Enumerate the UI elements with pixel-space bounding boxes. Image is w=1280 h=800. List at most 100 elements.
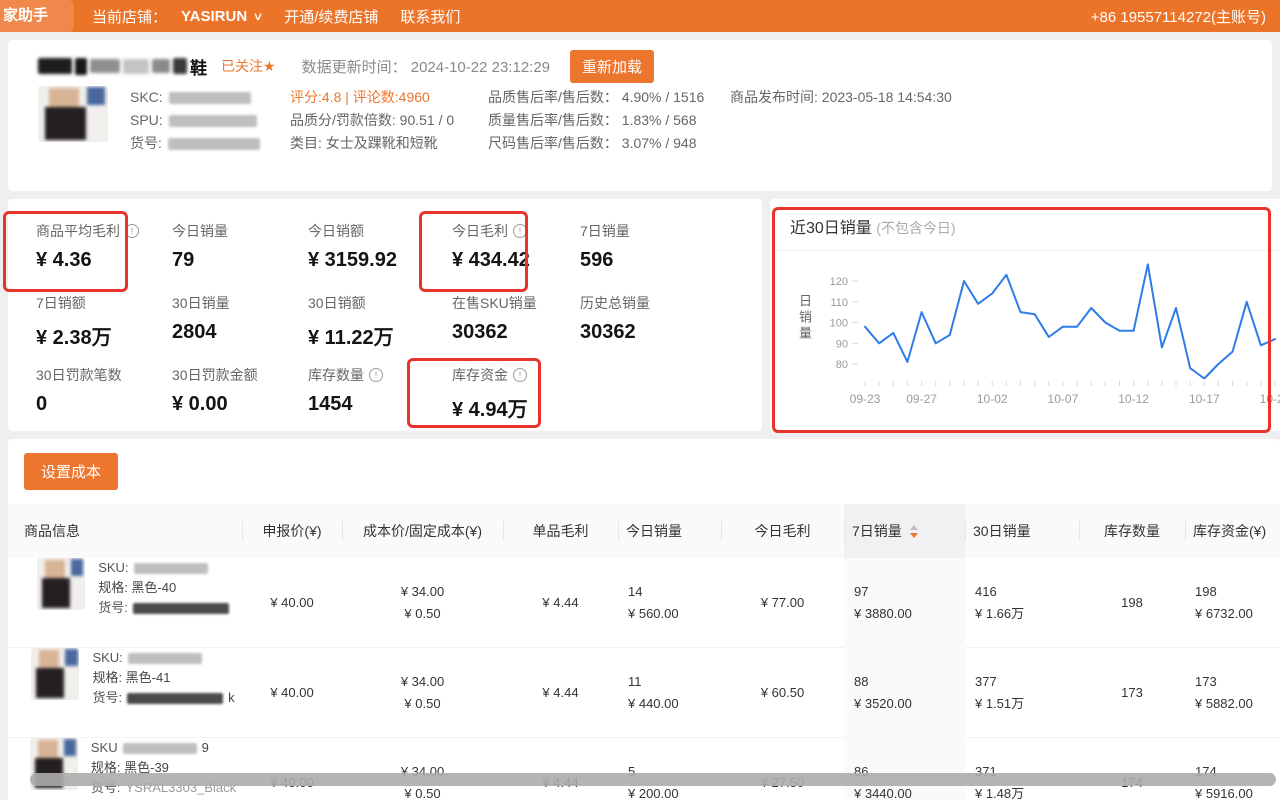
stat-value: ¥ 434.42: [452, 249, 572, 272]
redacted-text: [123, 743, 197, 754]
item-no-label: 货号:: [130, 132, 162, 155]
table-row: SKU9规格: 黑色-39货号:YSRAL3303_Black¥ 40.00 ¥ …: [8, 738, 1280, 800]
cell-d30: 416¥ 1.66万: [965, 558, 1079, 648]
stat-cell-2: 今日销额¥ 3159.92: [300, 213, 444, 285]
stat-value: ¥ 3159.92: [308, 249, 444, 272]
col-label: 申报价(¥): [262, 521, 321, 541]
col-header-stock_value: 库存资金(¥): [1185, 504, 1280, 558]
horizontal-scrollbar[interactable]: [30, 773, 1276, 786]
sales-line-chart: 809010011012009-2309-2710-0210-0710-1210…: [770, 251, 1280, 416]
cell-value: ¥ 1.51万: [975, 693, 1024, 715]
stat-value: ¥ 2.38万: [36, 321, 164, 350]
stats-panel: 商品平均毛利!¥ 4.36今日销量79今日销额¥ 3159.92今日毛利!¥ 4…: [8, 199, 762, 431]
stat-value: 79: [172, 249, 300, 272]
cell-value: 11: [628, 671, 642, 693]
cell-today_profit: ¥ 77.00: [721, 558, 844, 648]
cell-value: ¥ 60.50: [761, 682, 804, 704]
col-label: 7日销量: [852, 521, 902, 541]
aftersale-size: 尺码售后率/售后数： 3.07% / 948: [488, 132, 730, 155]
cell-declared: ¥ 40.00: [242, 648, 342, 738]
cell-value: ¥ 34.00: [401, 581, 444, 603]
cell-value: ¥ 0.50: [404, 693, 440, 715]
cell-stock_qty: 198: [1079, 558, 1185, 648]
cell-stock_value: 173¥ 5882.00: [1185, 648, 1280, 738]
info-icon[interactable]: !: [513, 224, 527, 238]
col-header-d30: 30日销量: [965, 504, 1079, 558]
cell-unit_profit: ¥ 4.44: [503, 558, 618, 648]
svg-text:90: 90: [836, 338, 848, 350]
col-header-today: 今日销量: [618, 504, 721, 558]
info-icon[interactable]: !: [513, 368, 527, 382]
set-cost-button[interactable]: 设置成本: [24, 453, 118, 490]
stat-cell-13: 库存资金!¥ 4.94万: [444, 357, 572, 429]
reload-button[interactable]: 重新加载: [570, 50, 654, 83]
brand-tab[interactable]: 家助手: [0, 0, 74, 32]
chevron-down-icon: ∨: [253, 10, 264, 23]
cell-stock_qty: 173: [1079, 648, 1185, 738]
col-header-stock_qty: 库存数量: [1079, 504, 1185, 558]
stat-value: ¥ 4.36: [36, 249, 164, 272]
svg-text:110: 110: [830, 297, 848, 309]
redacted-text: [128, 653, 202, 664]
svg-text:80: 80: [836, 359, 848, 371]
cell-value: ¥ 6732.00: [1195, 603, 1253, 625]
cell-value: 416: [975, 581, 997, 603]
data-update-time: 数据更新时间： 2024-10-22 23:12:29: [302, 56, 550, 77]
cell-unit_profit: ¥ 4.44: [503, 738, 618, 800]
account-phone[interactable]: +86 19557114272(主账号): [1091, 6, 1266, 27]
col-header-info: 商品信息: [8, 504, 242, 558]
stat-cell-4: 7日销量596: [572, 213, 762, 285]
sort-icon[interactable]: [910, 525, 918, 538]
cell-today_profit: ¥ 27.50: [721, 738, 844, 800]
stat-value: 2804: [172, 321, 300, 344]
spu-label: SPU:: [130, 109, 163, 132]
product-rating-column: 评分:4.8 | 评论数:4960 品质分/罚款倍数: 90.51 / 0 类目…: [290, 86, 488, 155]
cell-value: ¥ 440.00: [628, 693, 679, 715]
renew-shop-link[interactable]: 开通/续费店铺: [284, 6, 378, 27]
cell-info: SKU9规格: 黑色-39货号:YSRAL3303_Black: [8, 738, 242, 800]
stat-label: 历史总销量: [580, 293, 650, 313]
col-header-d7[interactable]: 7日销量: [844, 504, 965, 558]
sku-image: [37, 558, 85, 610]
sku-table-panel: 设置成本 商品信息申报价(¥)成本价/固定成本(¥)单品毛利今日销量今日毛利7日…: [8, 439, 1280, 800]
followed-badge[interactable]: 已关注★: [221, 56, 276, 76]
stat-label: 在售SKU销量: [452, 293, 537, 313]
stat-value: ¥ 0.00: [172, 393, 300, 416]
cell-value: 173: [1195, 671, 1217, 693]
col-header-declared: 申报价(¥): [242, 504, 342, 558]
info-icon[interactable]: !: [125, 224, 139, 238]
table-row: SKU:规格: 黑色-40货号:¥ 40.00¥ 34.00¥ 0.50¥ 4.…: [8, 558, 1280, 648]
stat-label: 7日销量: [580, 221, 630, 241]
cell-info: SKU:规格: 黑色-41货号:k: [8, 648, 242, 738]
cell-value: ¥ 77.00: [761, 592, 804, 614]
rating-line: 评分:4.8 | 评论数:4960: [290, 86, 488, 109]
sku-spec: 规格: 黑色-41: [92, 668, 234, 688]
svg-text:10-07: 10-07: [1048, 392, 1079, 406]
stat-cell-3: 今日毛利!¥ 434.42: [444, 213, 572, 285]
publish-time-column: 商品发布时间: 2023-05-18 14:54:30: [730, 86, 952, 155]
stat-label: 30日罚款金额: [172, 365, 258, 385]
cell-today: 14¥ 560.00: [618, 558, 721, 648]
cell-value: 198: [1121, 592, 1143, 614]
info-icon[interactable]: !: [369, 368, 383, 382]
cell-stock_value: 198¥ 6732.00: [1185, 558, 1280, 648]
stat-label: 7日销额: [36, 293, 86, 313]
shop-name: YASIRUN: [181, 8, 247, 25]
svg-text:100: 100: [830, 318, 848, 330]
shop-selector[interactable]: YASIRUN ∨: [181, 8, 262, 25]
col-label: 库存资金(¥): [1193, 521, 1266, 541]
contact-us-link[interactable]: 联系我们: [400, 6, 460, 27]
svg-text:10-22: 10-22: [1260, 392, 1280, 406]
category-line: 类目: 女士及踝靴和短靴: [290, 132, 488, 155]
cell-declared: ¥ 40.00: [242, 558, 342, 648]
stat-cell-11: 30日罚款金额 ¥ 0.00: [164, 357, 300, 429]
cell-info: SKU:规格: 黑色-40货号:: [8, 558, 242, 648]
stat-label: 30日罚款笔数: [36, 365, 122, 385]
cell-value: 377: [975, 671, 997, 693]
cell-d30: 377¥ 1.51万: [965, 648, 1079, 738]
stat-cell-1: 今日销量79: [164, 213, 300, 285]
cell-declared: ¥ 40.00: [242, 738, 342, 800]
col-header-unit_profit: 单品毛利: [503, 504, 618, 558]
stat-value: 30362: [580, 321, 762, 344]
cell-value: ¥ 3520.00: [854, 693, 912, 715]
